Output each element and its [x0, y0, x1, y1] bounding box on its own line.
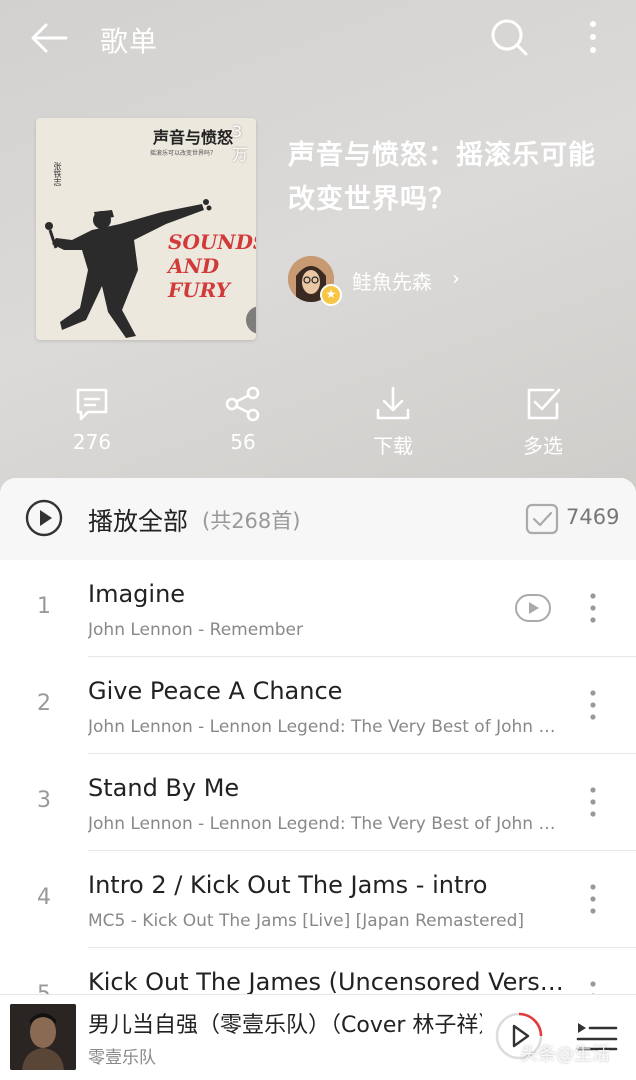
more-vertical-icon[interactable] — [578, 589, 608, 627]
play-all-row[interactable]: 播放全部 (共268首) 7469 — [0, 478, 636, 560]
play-count: 3万 — [232, 122, 249, 164]
playlist-header-area: 歌单 声音与愤怒 摇滚乐可以改变世界吗？ 张铁志 SOUND AND FURY … — [0, 0, 636, 500]
action-row: 276 56 下载 多选 — [0, 384, 636, 474]
more-vertical-icon[interactable] — [578, 686, 608, 724]
mv-play-icon[interactable] — [514, 593, 552, 623]
search-icon — [491, 19, 528, 56]
song-artist-album: John Lennon - Remember — [88, 620, 303, 640]
now-playing-artist: 零壹乐队 — [88, 1048, 156, 1068]
more-vertical-icon — [590, 21, 596, 53]
cover-title: 声音与愤怒 — [153, 128, 234, 147]
song-index: 4 — [37, 885, 51, 910]
mini-player[interactable]: 男儿当自强（零壹乐队）（Cover 林子祥） 零壹乐队 — [0, 994, 636, 1080]
song-title: Intro 2 / Kick Out The Jams - intro — [88, 871, 488, 899]
song-index: 3 — [37, 788, 51, 813]
play-all-label: 播放全部 — [88, 507, 189, 536]
comments-button[interactable]: 276 — [37, 384, 147, 474]
multi-select-icon — [527, 388, 561, 420]
now-playing-cover[interactable] — [10, 1004, 76, 1070]
chevron-right-icon: › — [452, 266, 460, 290]
cover-author: 张铁志 — [53, 162, 62, 186]
collect-icon[interactable] — [524, 502, 560, 536]
more-vertical-icon[interactable] — [578, 783, 608, 821]
comment-icon — [76, 388, 108, 421]
now-playing-title: 男儿当自强（零壹乐队）（Cover 林子祥） — [88, 1013, 482, 1038]
multi-select-button[interactable]: 多选 — [488, 384, 598, 474]
song-row[interactable]: 2 Give Peace A Chance John Lennon - Lenn… — [0, 657, 636, 754]
cover-art-text: SOUNDS AND FURY — [168, 230, 256, 302]
info-icon[interactable]: i — [246, 306, 256, 334]
download-icon — [376, 386, 410, 420]
creator-name: 鲑魚先森 — [352, 270, 432, 294]
download-label: 下载 — [373, 434, 413, 458]
song-artist-album: John Lennon - Lennon Legend: The Very Be… — [88, 717, 562, 737]
more-options-button[interactable] — [578, 16, 608, 60]
collect-count: 7469 — [566, 505, 620, 529]
song-title: Kick Out The James (Uncensored Version) — [88, 968, 566, 996]
share-button[interactable]: 56 — [188, 384, 298, 474]
song-artist-album: John Lennon - Lennon Legend: The Very Be… — [88, 814, 562, 834]
watermark: 头条@生活 — [520, 1044, 610, 1065]
song-row[interactable]: 4 Intro 2 / Kick Out The Jams - intro MC… — [0, 851, 636, 948]
more-vertical-icon[interactable] — [578, 880, 608, 918]
song-index: 1 — [37, 594, 51, 619]
playlist-name[interactable]: 声音与愤怒：摇滚乐可能改变世界吗？ — [288, 134, 608, 222]
play-circle-icon[interactable] — [24, 498, 64, 538]
song-list-sheet: 播放全部 (共268首) 7469 1 Imagine John Lennon … — [0, 478, 636, 1080]
song-title: Imagine — [88, 580, 186, 608]
song-row[interactable]: 1 Imagine John Lennon - Remember — [0, 560, 636, 657]
download-button[interactable]: 下载 — [338, 384, 448, 474]
song-count: (共268首) — [202, 509, 301, 533]
song-index: 2 — [37, 691, 51, 716]
comments-count: 276 — [72, 430, 112, 454]
page-title: 歌单 — [100, 25, 159, 58]
share-count: 56 — [230, 430, 256, 454]
multi-select-label: 多选 — [523, 434, 563, 458]
song-row[interactable]: 3 Stand By Me John Lennon - Lennon Legen… — [0, 754, 636, 851]
star-icon: ★ — [320, 284, 342, 306]
playlist-cover[interactable]: 声音与愤怒 摇滚乐可以改变世界吗？ 张铁志 SOUNDS AND FURY 3万… — [36, 118, 256, 340]
back-button[interactable] — [28, 16, 72, 60]
song-title: Stand By Me — [88, 774, 240, 802]
cover-subtitle: 摇滚乐可以改变世界吗？ — [150, 150, 217, 157]
share-icon — [225, 386, 260, 422]
song-title: Give Peace A Chance — [88, 677, 343, 705]
song-artist-album: MC5 - Kick Out The Jams [Live] [Japan Re… — [88, 911, 525, 931]
arrow-left-icon — [31, 23, 68, 53]
app-bar: 歌单 — [0, 0, 636, 80]
search-button[interactable] — [486, 14, 532, 60]
